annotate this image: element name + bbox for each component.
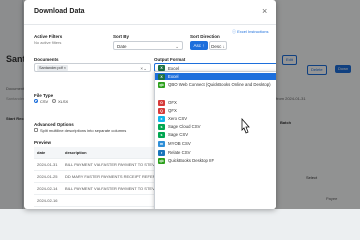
format-icon: x — [158, 116, 165, 122]
file-type-xlsx-label: XLSX — [58, 99, 69, 104]
remove-tag-icon[interactable]: × — [64, 66, 66, 70]
dropdown-option[interactable]: s Sage Cloud CSV — [155, 123, 276, 130]
sort-asc-label: Asc — [193, 43, 201, 48]
format-icon: X — [158, 74, 165, 80]
chevron-down-icon: ⌄ — [175, 44, 179, 49]
sort-by-value: Date — [117, 44, 127, 49]
info-icon: ⓘ — [232, 29, 236, 34]
arrow-up-icon: ↑ — [202, 43, 205, 48]
dropdown-option-label: Sage CSV — [168, 132, 189, 137]
sort-direction-label: Sort Direction — [190, 34, 220, 39]
dropdown-option-label: Sage Cloud CSV — [168, 124, 201, 129]
dropdown-option[interactable]: m MYOB CSV — [155, 140, 276, 148]
format-icon: m — [158, 141, 165, 147]
format-icon: qb — [158, 82, 165, 88]
advanced-options-label: Advanced Options — [34, 122, 74, 127]
split-multiline-checkbox[interactable] — [34, 128, 38, 132]
file-type-csv-radio[interactable] — [34, 99, 38, 103]
dropdown-option-label: Excel — [168, 74, 179, 79]
excel-instructions-text: Excel Instructions — [237, 29, 269, 34]
output-format-dropdown: X Excel qb QBO Web Connect (QuickBooks Onli… — [154, 71, 276, 209]
sort-desc-button[interactable]: Desc ↓ — [209, 41, 227, 50]
chevron-down-icon: ⌄ — [143, 66, 147, 71]
dropdown-option[interactable]: x Xero CSV — [155, 115, 276, 122]
format-icon: s — [158, 132, 165, 138]
sort-by-select[interactable]: Date ⌄ — [113, 41, 183, 50]
active-filters-value: No active filters — [34, 40, 62, 45]
format-icon: Q — [158, 108, 165, 114]
excel-instructions-link[interactable]: ⓘ Excel Instructions — [232, 29, 268, 35]
document-tag-name: Santander.pdf — [39, 66, 63, 70]
dropdown-option-label: Relate CSV — [168, 150, 191, 155]
mouse-cursor-icon — [241, 118, 250, 134]
preview-label: Preview — [34, 140, 52, 145]
dropdown-option[interactable]: r Relate CSV — [155, 149, 276, 156]
format-icon: r — [158, 150, 165, 156]
dropdown-option-label: QFX — [168, 108, 177, 113]
sort-by-label: Sort By — [113, 34, 130, 39]
dropdown-option-label: QuickBooks Desktop IIF — [168, 158, 215, 163]
dropdown-option[interactable]: Q QFX — [155, 107, 276, 114]
table-cell-date: 2024-02-16 — [37, 198, 58, 203]
table-cell-date: 2024-01-31 — [37, 162, 58, 167]
file-type-xlsx-radio[interactable] — [52, 99, 56, 103]
modal-title: Download Data — [34, 8, 85, 15]
file-type-label: File Type — [34, 93, 54, 98]
sort-desc-label: Desc — [211, 44, 222, 49]
documents-label: Documents — [34, 57, 59, 62]
format-icon: O — [158, 100, 165, 106]
file-type-csv-label: CSV — [40, 99, 49, 104]
close-icon[interactable]: × — [262, 6, 267, 16]
active-filters-label: Active Filters — [34, 34, 63, 39]
download-data-modal: Download Data × Active Filters No active… — [24, 0, 276, 209]
sort-asc-button[interactable]: Asc ↑ — [190, 41, 208, 50]
dropdown-option[interactable]: X Excel — [155, 73, 276, 80]
dropdown-option-label: MYOB CSV — [168, 141, 191, 146]
dropdown-option-label: OFX — [168, 100, 177, 105]
documents-select[interactable]: Santander.pdf × × ⌄ — [34, 63, 151, 72]
dropdown-option-label: Xero CSV — [168, 116, 188, 121]
split-multiline-label: Split multiline descriptions into separa… — [40, 128, 127, 133]
table-cell-date: 2024-02-14 — [37, 186, 58, 191]
dropdown-option[interactable]: s Sage CSV — [155, 131, 276, 139]
table-header-date: date — [37, 150, 46, 155]
table-cell-date: 2024-03-05 — [37, 207, 62, 209]
dropdown-option[interactable]: qb QBO Web Connect (QuickBooks Online and… — [155, 81, 276, 98]
dropdown-option[interactable]: O OFX — [155, 99, 276, 106]
dropdown-option[interactable]: qb QuickBooks Desktop IIF — [155, 157, 276, 165]
format-icon: s — [158, 124, 165, 130]
dropdown-option-label: QBO Web Connect (QuickBooks Online and D… — [168, 82, 271, 87]
document-tag: Santander.pdf × — [37, 65, 68, 71]
format-icon: qb — [158, 158, 165, 164]
output-format-label: Output Format — [154, 57, 186, 62]
arrow-down-icon: ↓ — [222, 44, 225, 49]
modal-header: Download Data × — [24, 0, 276, 25]
table-cell-date: 2024-01-25 — [37, 174, 58, 179]
